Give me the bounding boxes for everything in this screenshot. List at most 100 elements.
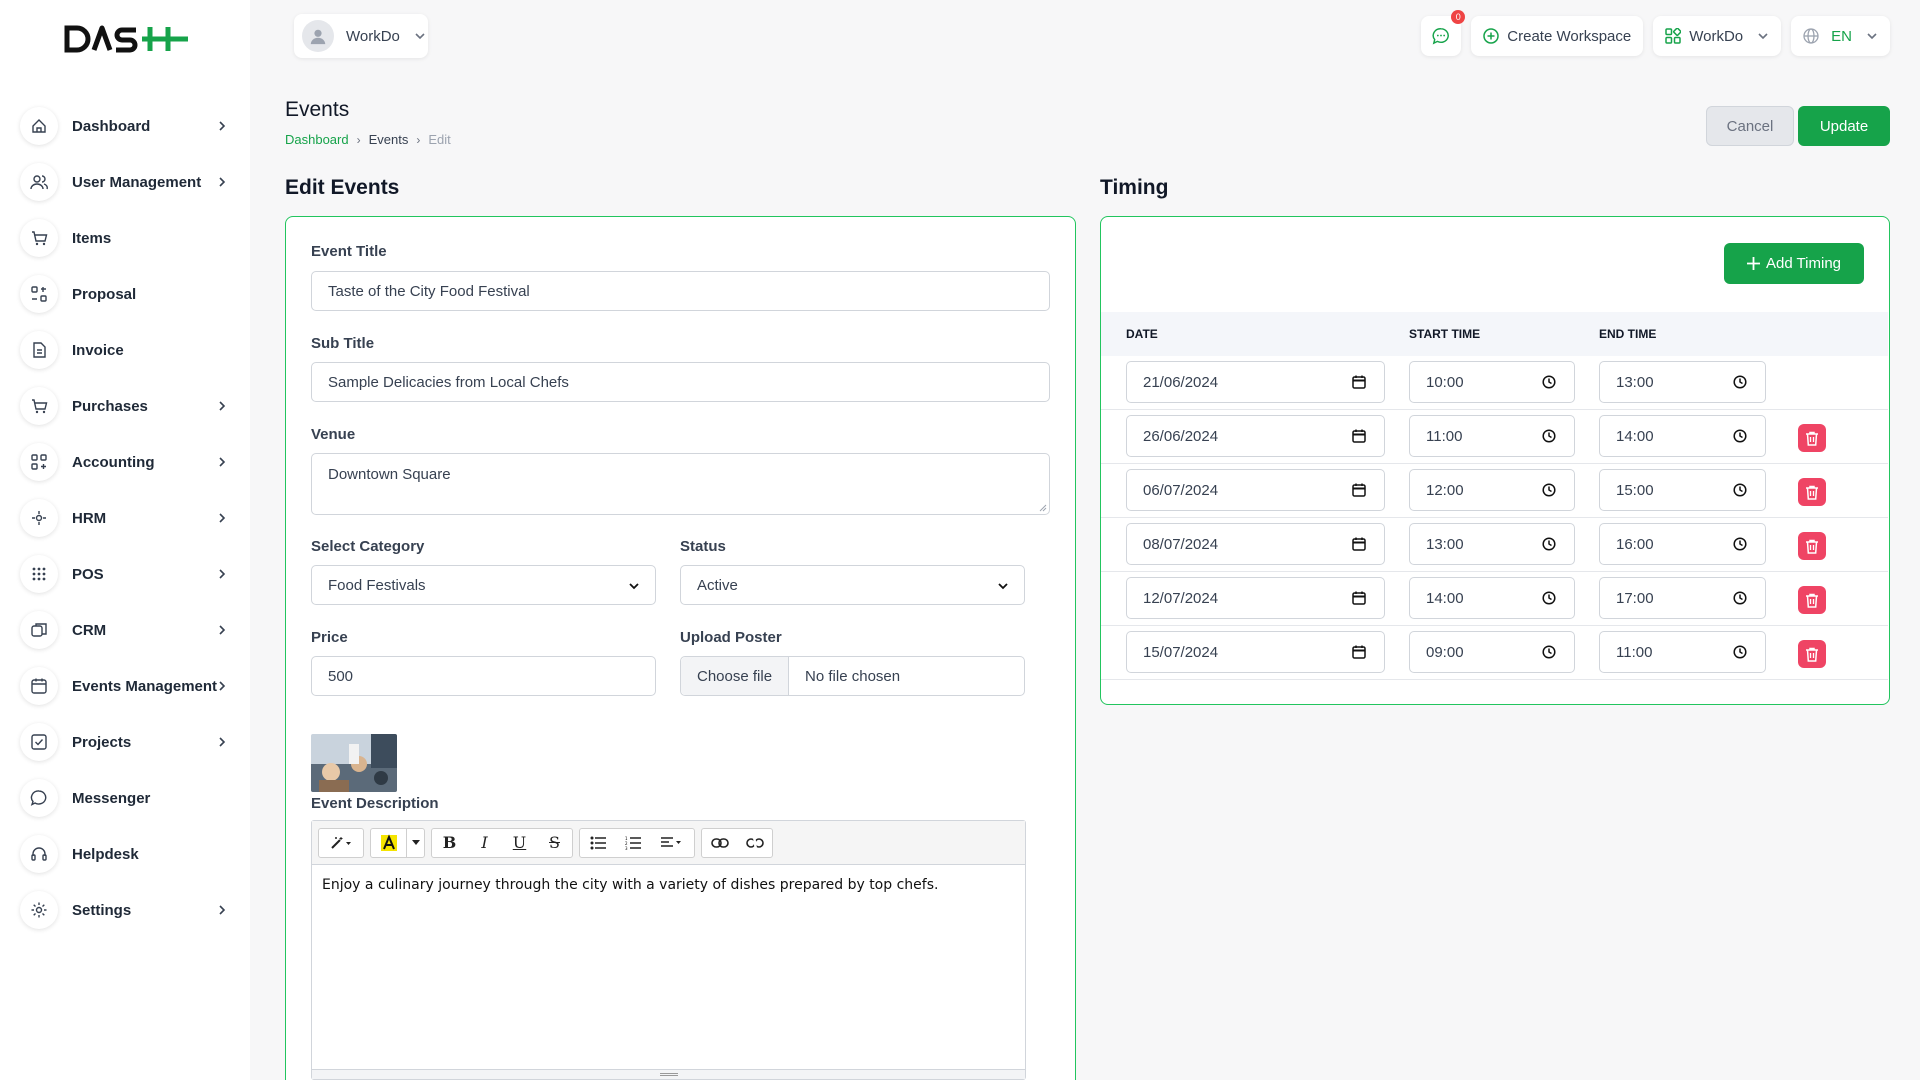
create-workspace-button[interactable]: Create Workspace [1471, 16, 1644, 56]
sidebar-item-settings[interactable]: Settings [20, 882, 235, 938]
sub-title-input[interactable]: Sample Delicacies from Local Chefs [311, 362, 1050, 402]
end-time-input[interactable]: 13:00 [1599, 361, 1766, 403]
chevron-down-icon [1867, 33, 1877, 40]
align-left-icon [661, 836, 681, 847]
delete-timing-button[interactable] [1798, 478, 1826, 506]
clock-icon[interactable] [1733, 429, 1747, 443]
add-timing-button[interactable]: Add Timing [1724, 243, 1864, 284]
italic-button[interactable]: I [467, 829, 502, 857]
date-input[interactable]: 12/07/2024 [1126, 577, 1385, 619]
calendar-icon[interactable] [1352, 645, 1366, 659]
delete-timing-button[interactable] [1798, 640, 1826, 668]
sidebar-item-pos[interactable]: POS [20, 546, 235, 602]
end-time-input[interactable]: 11:00 [1599, 631, 1766, 673]
workspace-selector[interactable]: WorkDo [294, 14, 428, 58]
text-color-icon [380, 833, 397, 851]
price-input[interactable]: 500 [311, 656, 656, 696]
date-input[interactable]: 06/07/2024 [1126, 469, 1385, 511]
calendar-icon[interactable] [1352, 537, 1366, 551]
numbered-list-button[interactable]: 123 [615, 829, 650, 857]
sidebar-item-projects[interactable]: Projects [20, 714, 235, 770]
clock-icon[interactable] [1542, 645, 1556, 659]
sidebar-item-events-management[interactable]: Events Management [20, 658, 235, 714]
end-time-input[interactable]: 14:00 [1599, 415, 1766, 457]
workspace-switcher[interactable]: WorkDo [1653, 16, 1782, 56]
sidebar-item-items[interactable]: Items [20, 210, 235, 266]
sidebar-item-proposal[interactable]: Proposal [20, 266, 235, 322]
clock-icon[interactable] [1542, 591, 1556, 605]
unlink-button[interactable] [737, 829, 772, 857]
language-selector[interactable]: EN [1791, 16, 1890, 56]
clock-icon[interactable] [1733, 483, 1747, 497]
magic-style-button[interactable] [319, 829, 363, 857]
sidebar-item-hrm[interactable]: HRM [20, 490, 235, 546]
start-time-input[interactable]: 12:00 [1409, 469, 1575, 511]
editor-resize-bar[interactable] [312, 1069, 1025, 1079]
caret-down-icon [411, 839, 420, 845]
sidebar-item-helpdesk[interactable]: Helpdesk [20, 826, 235, 882]
update-button[interactable]: Update [1798, 106, 1890, 146]
start-time-input[interactable]: 13:00 [1409, 523, 1575, 565]
date-input[interactable]: 26/06/2024 [1126, 415, 1385, 457]
clock-icon[interactable] [1542, 483, 1556, 497]
event-title-input[interactable]: Taste of the City Food Festival [311, 271, 1050, 311]
venue-textarea[interactable]: Downtown Square [311, 453, 1050, 515]
dash-logo[interactable] [64, 24, 190, 59]
messages-button[interactable]: 0 [1421, 10, 1466, 56]
link-icon [710, 837, 729, 848]
editor-content[interactable]: Enjoy a culinary journey through the cit… [312, 865, 1025, 905]
breadcrumb-dashboard[interactable]: Dashboard [285, 132, 349, 147]
choose-file-button[interactable]: Choose file [681, 657, 790, 695]
cancel-button[interactable]: Cancel [1706, 106, 1794, 146]
sidebar-item-user-management[interactable]: User Management [20, 154, 235, 210]
trash-icon [1806, 431, 1818, 446]
calendar-icon[interactable] [1352, 483, 1366, 497]
breadcrumb-separator: › [416, 132, 421, 147]
date-input[interactable]: 08/07/2024 [1126, 523, 1385, 565]
underline-button[interactable]: U [502, 829, 537, 857]
start-time-input[interactable]: 09:00 [1409, 631, 1575, 673]
clock-icon[interactable] [1733, 537, 1747, 551]
highlight-color-button[interactable] [371, 829, 406, 857]
insert-link-button[interactable] [702, 829, 737, 857]
clock-icon[interactable] [1542, 537, 1556, 551]
strikethrough-button[interactable]: S [537, 829, 572, 857]
delete-timing-button[interactable] [1798, 424, 1826, 452]
sidebar-item-messenger[interactable]: Messenger [20, 770, 235, 826]
align-button[interactable] [650, 829, 694, 857]
upload-poster-input[interactable]: Choose file No file chosen [680, 656, 1025, 696]
chevron-down-icon [998, 583, 1008, 590]
sidebar-item-dashboard[interactable]: Dashboard [20, 98, 235, 154]
start-time-input[interactable]: 10:00 [1409, 361, 1575, 403]
color-dropdown-button[interactable] [406, 828, 424, 857]
calendar-icon[interactable] [1352, 591, 1366, 605]
bullet-list-button[interactable] [580, 829, 615, 857]
sidebar-item-label: HRM [72, 509, 107, 527]
delete-timing-button[interactable] [1798, 586, 1826, 614]
bold-button[interactable]: B [432, 829, 467, 857]
date-input[interactable]: 21/06/2024 [1126, 361, 1385, 403]
clock-icon[interactable] [1733, 375, 1747, 389]
sidebar-item-label: Projects [72, 733, 132, 751]
date-input[interactable]: 15/07/2024 [1126, 631, 1385, 673]
category-select[interactable]: Food Festivals [311, 565, 656, 605]
delete-timing-button[interactable] [1798, 532, 1826, 560]
clock-icon[interactable] [1542, 375, 1556, 389]
clock-icon[interactable] [1733, 645, 1747, 659]
calendar-icon[interactable] [1352, 375, 1366, 389]
calendar-icon[interactable] [1352, 429, 1366, 443]
sidebar-item-accounting[interactable]: Accounting [20, 434, 235, 490]
start-time-input[interactable]: 11:00 [1409, 415, 1575, 457]
sidebar-item-invoice[interactable]: Invoice [20, 322, 235, 378]
resize-handle-icon[interactable] [1039, 504, 1047, 512]
start-time-input[interactable]: 14:00 [1409, 577, 1575, 619]
breadcrumb-events[interactable]: Events [369, 132, 409, 147]
sidebar-item-purchases[interactable]: Purchases [20, 378, 235, 434]
clock-icon[interactable] [1542, 429, 1556, 443]
end-time-input[interactable]: 16:00 [1599, 523, 1766, 565]
end-time-input[interactable]: 15:00 [1599, 469, 1766, 511]
clock-icon[interactable] [1733, 591, 1747, 605]
sidebar-item-crm[interactable]: CRM [20, 602, 235, 658]
end-time-input[interactable]: 17:00 [1599, 577, 1766, 619]
status-select[interactable]: Active [680, 565, 1025, 605]
